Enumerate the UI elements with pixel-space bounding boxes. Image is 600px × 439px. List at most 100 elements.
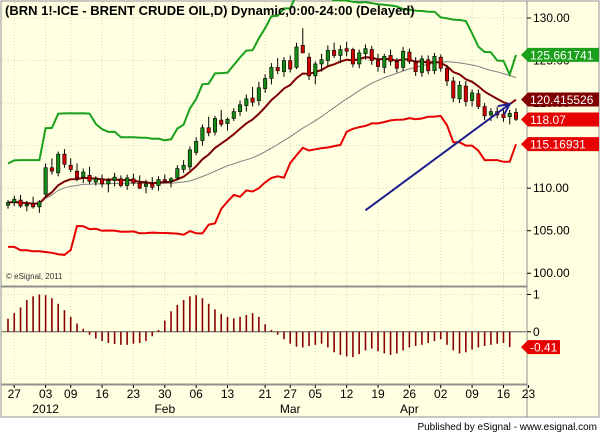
price-candle bbox=[43, 163, 48, 197]
candle-body bbox=[369, 49, 374, 61]
candle-body bbox=[470, 92, 475, 101]
candle-body bbox=[426, 59, 431, 72]
time-axis-day-label: 27 bbox=[284, 387, 298, 401]
last-value-tag: 115.16931 bbox=[521, 137, 599, 152]
candle-body bbox=[507, 112, 512, 118]
candle-body bbox=[407, 51, 412, 62]
price-candle bbox=[432, 52, 437, 75]
candle-body bbox=[106, 180, 111, 185]
candle-body bbox=[445, 67, 450, 82]
time-axis-day-label: 16 bbox=[497, 387, 511, 401]
time-axis-day-label: 03 bbox=[39, 387, 53, 401]
candle-body bbox=[300, 44, 305, 54]
candle-body bbox=[219, 119, 224, 125]
candle-body bbox=[93, 178, 98, 183]
price-chart: 100.00105.00110.00115.00120.00125.00130.… bbox=[0, 0, 600, 434]
candle-body bbox=[194, 141, 199, 153]
candle-body bbox=[451, 80, 456, 99]
candle-body bbox=[181, 164, 186, 170]
candle-body bbox=[401, 50, 406, 68]
candle-body bbox=[482, 106, 487, 117]
candle-body bbox=[37, 201, 42, 208]
candle-body bbox=[357, 52, 362, 65]
time-axis-day-label: 05 bbox=[309, 387, 323, 401]
candle-body bbox=[112, 176, 117, 181]
time-axis-day-label: 12 bbox=[340, 387, 354, 401]
candle-body bbox=[263, 78, 268, 89]
candle-body bbox=[363, 48, 368, 55]
footer-publisher: Published by eSignal - www.esignal.com bbox=[417, 422, 597, 433]
last-value-tag: 125.661741 bbox=[521, 47, 599, 62]
candle-body bbox=[250, 97, 255, 103]
oscillator-axis-label: 0 bbox=[533, 325, 540, 339]
candle-body bbox=[43, 167, 48, 195]
candle-body bbox=[513, 112, 518, 120]
candle-body bbox=[281, 60, 286, 72]
candle-body bbox=[382, 55, 387, 68]
candle-body bbox=[187, 149, 192, 168]
price-candle bbox=[307, 52, 312, 81]
candle-body bbox=[244, 98, 249, 106]
oscillator-axis-label: 1 bbox=[533, 287, 540, 301]
time-axis-day-label: 19 bbox=[371, 387, 385, 401]
candle-body bbox=[319, 59, 324, 65]
candle-body bbox=[463, 85, 468, 102]
last-value-label: 115.16931 bbox=[530, 138, 586, 152]
candle-body bbox=[62, 153, 67, 165]
candle-body bbox=[56, 153, 61, 174]
last-value-label: 118.07 bbox=[530, 113, 566, 127]
candle-body bbox=[307, 56, 312, 77]
value-axis-label: 105.00 bbox=[533, 224, 570, 238]
candle-body bbox=[87, 175, 92, 182]
candle-body bbox=[394, 61, 399, 69]
oscillator-last-value-tag: -0.41 bbox=[521, 340, 560, 355]
candle-body bbox=[225, 118, 230, 124]
last-value-label: 125.661741 bbox=[530, 48, 594, 62]
candle-body bbox=[162, 179, 167, 182]
value-axis-label: 130.00 bbox=[533, 11, 570, 25]
chart-frame: 100.00105.00110.00115.00120.00125.00130.… bbox=[0, 0, 600, 434]
time-axis-day-label: 16 bbox=[95, 387, 109, 401]
time-axis-day-label: 23 bbox=[522, 387, 536, 401]
candle-body bbox=[256, 87, 261, 101]
candle-body bbox=[125, 177, 130, 186]
candle-body bbox=[100, 178, 105, 185]
candle-body bbox=[350, 49, 355, 65]
candle-body bbox=[432, 55, 437, 72]
candle-body bbox=[344, 48, 349, 52]
candle-body bbox=[74, 170, 79, 179]
time-axis-day-label: 26 bbox=[403, 387, 417, 401]
candle-body bbox=[294, 46, 299, 68]
candle-body bbox=[231, 111, 236, 119]
candle-body bbox=[169, 178, 174, 182]
candle-body bbox=[325, 50, 330, 61]
candle-body bbox=[118, 178, 123, 186]
candle-body bbox=[388, 55, 393, 62]
time-axis-month-label: Feb bbox=[154, 402, 175, 416]
candle-body bbox=[24, 204, 29, 207]
candle-body bbox=[131, 178, 136, 184]
candle-body bbox=[143, 183, 148, 187]
candle-body bbox=[137, 182, 142, 189]
candle-body bbox=[275, 67, 280, 72]
time-axis-day-label: 06 bbox=[189, 387, 203, 401]
time-axis-day-label: 09 bbox=[465, 387, 479, 401]
candle-body bbox=[338, 49, 343, 56]
candle-body bbox=[419, 58, 424, 73]
candle-body bbox=[31, 203, 36, 208]
candle-body bbox=[12, 198, 17, 203]
esignal-watermark: © eSignal, 2011 bbox=[6, 272, 63, 281]
time-axis-day-label: 13 bbox=[221, 387, 235, 401]
candle-body bbox=[6, 202, 11, 206]
candle-body bbox=[81, 171, 86, 178]
time-axis-day-label: 30 bbox=[158, 387, 172, 401]
candle-body bbox=[200, 127, 205, 141]
candle-body bbox=[476, 93, 481, 107]
time-axis-month-label: Mar bbox=[280, 402, 301, 416]
candle-body bbox=[269, 67, 274, 79]
last-value-tag: 120.415526 bbox=[521, 92, 599, 107]
candle-body bbox=[68, 164, 73, 170]
price-candle bbox=[187, 146, 192, 171]
candle-body bbox=[438, 56, 443, 69]
time-axis-day-label: 02 bbox=[434, 387, 448, 401]
